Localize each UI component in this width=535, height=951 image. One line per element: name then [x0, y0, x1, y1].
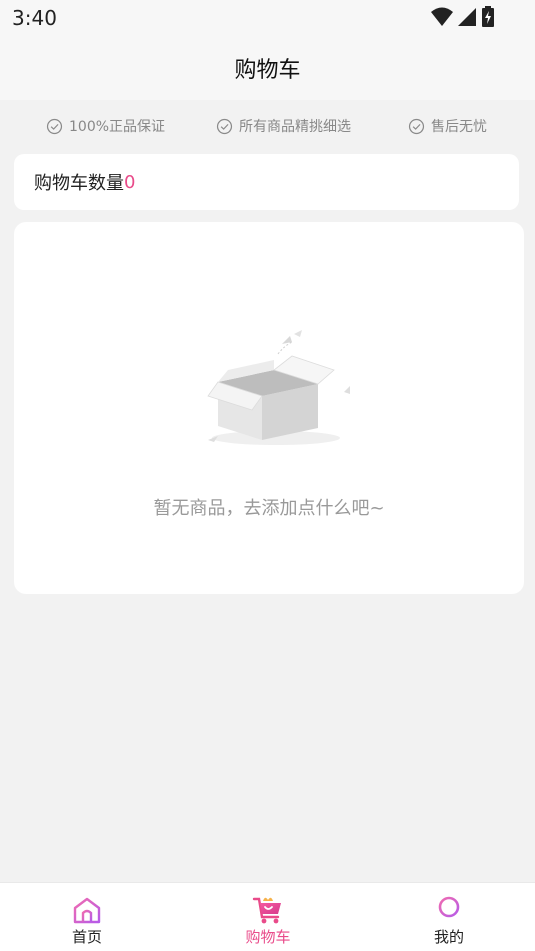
empty-box-icon	[207, 330, 350, 445]
status-time: 3:40	[12, 6, 57, 30]
check-circle-icon	[408, 118, 425, 134]
cart-count-card: 购物车数量 0	[14, 154, 519, 210]
status-bar: 3:40	[0, 0, 535, 36]
page-header: 购物车	[0, 36, 535, 100]
check-circle-icon	[216, 118, 233, 134]
tab-cart[interactable]: 购物车	[208, 883, 328, 951]
guarantee-label: 所有商品精挑细选	[239, 119, 351, 135]
guarantee-item: 100%正品保证	[46, 116, 165, 136]
cart-count-label: 购物车数量	[34, 173, 124, 194]
page-title: 购物车	[234, 58, 301, 83]
tab-home[interactable]: 首页	[27, 883, 147, 951]
guarantee-item: 售后无忧	[408, 116, 487, 136]
guarantee-label: 售后无忧	[431, 119, 487, 135]
signal-icon	[458, 8, 476, 26]
tab-profile[interactable]: 我的	[389, 883, 509, 951]
guarantee-strip: 100%正品保证 所有商品精挑细选 售后无忧	[0, 100, 535, 152]
cart-count-value: 0	[124, 171, 136, 193]
guarantee-item: 所有商品精挑细选	[216, 116, 351, 136]
guarantee-label: 100%正品保证	[69, 119, 166, 135]
check-circle-icon	[46, 118, 63, 134]
empty-cart-card: 暂无商品，去添加点什么吧~	[14, 222, 524, 594]
status-icons	[431, 6, 495, 28]
bottom-tab-bar: 首页 购物车 我的	[0, 882, 535, 951]
wifi-icon	[431, 7, 453, 26]
battery-icon	[482, 6, 494, 27]
tab-profile-label: 我的	[433, 928, 464, 946]
tab-home-label: 首页	[71, 928, 102, 946]
home-icon	[70, 895, 104, 925]
tab-cart-label: 购物车	[245, 928, 291, 946]
empty-cart-message: 暂无商品，去添加点什么吧~	[153, 498, 385, 519]
profile-icon	[432, 895, 466, 925]
cart-icon	[251, 895, 285, 925]
